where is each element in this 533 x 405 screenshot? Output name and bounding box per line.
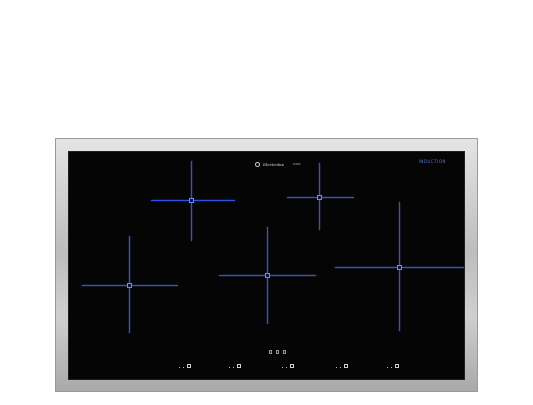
bell-icon[interactable] [283,350,286,354]
zone-center-marker-icon [127,283,132,288]
zone-center-marker-icon [397,265,402,270]
power-icon[interactable] [290,364,294,368]
level-dot-icon [286,367,287,368]
cooktop-frame: Electrolux ICON INDUCTION [55,138,478,392]
control-5[interactable] [387,364,399,368]
level-dot-icon [183,367,184,368]
power-icon[interactable] [237,364,241,368]
zone-center-marker-icon [265,273,270,278]
induction-label: INDUCTION [418,159,446,164]
minus-dot-icon [282,367,283,368]
power-icon[interactable] [395,364,399,368]
zone-center-marker-icon [317,195,322,200]
model-name: ICON [292,162,301,166]
brand-logo-icon [255,161,260,167]
minus-dot-icon [179,367,180,368]
level-dot-icon [340,367,341,368]
ceramic-glass-surface: Electrolux ICON INDUCTION [68,151,465,380]
control-1[interactable] [179,364,191,368]
level-dot-icon [391,367,392,368]
zone-center-marker-icon [189,198,194,203]
level-dot-icon [233,367,234,368]
minus-dot-icon [229,367,230,368]
lock-icon[interactable] [269,350,272,354]
brand-badge: Electrolux ICON [255,160,300,168]
brand-name: Electrolux [263,161,284,167]
center-control-icons [269,350,286,354]
power-icon[interactable] [344,364,348,368]
timer-icon[interactable] [276,350,279,354]
minus-dot-icon [387,367,388,368]
control-4[interactable] [336,364,348,368]
control-2[interactable] [229,364,241,368]
power-icon[interactable] [187,364,191,368]
control-3[interactable] [282,364,294,368]
minus-dot-icon [336,367,337,368]
